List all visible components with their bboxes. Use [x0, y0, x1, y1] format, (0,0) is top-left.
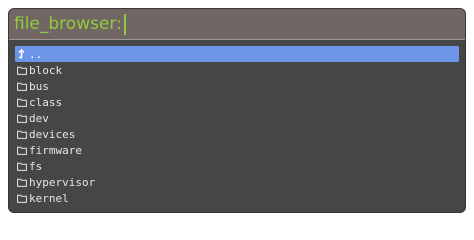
list-item-bus[interactable]: bus	[15, 78, 459, 94]
prompt-label: file_browser:	[14, 14, 122, 34]
folder-icon	[17, 160, 27, 172]
folder-icon	[17, 128, 27, 140]
entry-name: bus	[29, 79, 49, 93]
entry-name: ..	[29, 47, 43, 61]
list-item-parent[interactable]: ..	[15, 46, 459, 62]
folder-icon	[17, 64, 27, 76]
entry-name: fs	[29, 159, 43, 173]
prompt-bar[interactable]: file_browser:	[9, 9, 465, 39]
entry-name: class	[29, 95, 63, 109]
list-item-kernel[interactable]: kernel	[15, 190, 459, 206]
list-item-hypervisor[interactable]: hypervisor	[15, 174, 459, 190]
folder-icon	[17, 112, 27, 124]
entry-name: kernel	[29, 191, 69, 205]
file-browser-window: file_browser: .. block bus class dev dev…	[8, 8, 466, 213]
entry-name: block	[29, 63, 63, 77]
text-cursor	[123, 13, 126, 35]
entry-name: firmware	[29, 143, 82, 157]
list-item-firmware[interactable]: firmware	[15, 142, 459, 158]
folder-icon	[17, 176, 27, 188]
entry-list: .. block bus class dev devices firmware …	[15, 46, 459, 206]
folder-icon	[17, 192, 27, 204]
divider	[9, 39, 465, 40]
folder-icon	[17, 144, 27, 156]
list-item-fs[interactable]: fs	[15, 158, 459, 174]
folder-icon	[17, 96, 27, 108]
parent-directory-icon	[17, 48, 27, 60]
entry-name: hypervisor	[29, 175, 96, 189]
folder-icon	[17, 80, 27, 92]
entry-name: devices	[29, 127, 76, 141]
list-item-block[interactable]: block	[15, 62, 459, 78]
list-item-class[interactable]: class	[15, 94, 459, 110]
list-item-dev[interactable]: dev	[15, 110, 459, 126]
entry-name: dev	[29, 111, 49, 125]
list-item-devices[interactable]: devices	[15, 126, 459, 142]
